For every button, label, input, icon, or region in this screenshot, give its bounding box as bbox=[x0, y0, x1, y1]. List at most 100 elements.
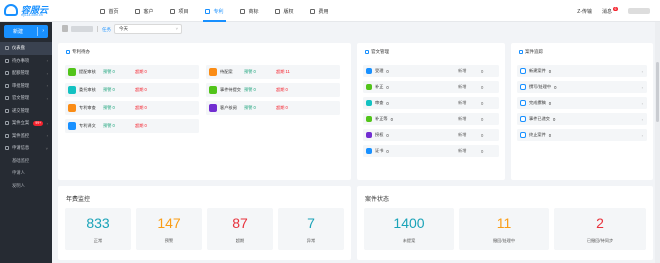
stat-card[interactable]: 87 超期 bbox=[207, 208, 273, 250]
user-name-redacted bbox=[71, 26, 93, 32]
task-card[interactable]: 客户核阅 预警 0 超期 0 bbox=[206, 101, 340, 115]
case-row[interactable]: 完成撰稿 0 › bbox=[517, 97, 647, 109]
task-card[interactable]: 委托审核 预警 0 超期 0 bbox=[65, 83, 199, 97]
row-value: 0 bbox=[554, 84, 557, 90]
row-label: 撰写/处理中 bbox=[529, 84, 552, 89]
sidebar-item-official[interactable]: 官文管理 › bbox=[0, 92, 52, 105]
submit-icon bbox=[5, 108, 9, 113]
stat-card[interactable]: 147 预警 bbox=[136, 208, 202, 250]
task-card[interactable]: 提配审核 预警 0 超期 0 bbox=[65, 65, 199, 79]
official-doc-row[interactable]: 补正 0 新增 0 bbox=[363, 81, 499, 93]
sidebar-subitem-inventor[interactable]: 发明人 bbox=[0, 180, 52, 193]
stat-card[interactable]: 1400 未提案 bbox=[364, 208, 454, 250]
sidebar-item-todo[interactable]: 待办事项 › bbox=[0, 55, 52, 68]
sidebar-item-case-filing[interactable]: 案件立案 99+ › bbox=[0, 117, 52, 130]
warning-count[interactable]: 预警 0 bbox=[244, 105, 276, 111]
overdue-count[interactable]: 超期 0 bbox=[276, 105, 288, 111]
task-icon bbox=[66, 50, 70, 54]
document-icon bbox=[365, 50, 369, 54]
chevron-right-icon[interactable]: › bbox=[42, 28, 44, 34]
task-card[interactable]: 待配案 预警 0 超期 11 bbox=[206, 65, 340, 79]
overdue-count[interactable]: 超期 0 bbox=[276, 87, 288, 93]
stat-card[interactable]: 2 已撤回/待同步 bbox=[554, 208, 646, 250]
official-doc-row[interactable]: 审查 0 新增 0 bbox=[363, 97, 499, 109]
scrollbar-thumb[interactable] bbox=[656, 62, 659, 122]
stat-label: 预警 bbox=[164, 238, 174, 243]
nav-trademark[interactable]: 商标 bbox=[232, 0, 267, 22]
chevron-right-icon: › bbox=[641, 84, 643, 90]
nav-fee[interactable]: 费用 bbox=[302, 0, 337, 22]
official-doc-row[interactable]: 证书 0 新增 0 bbox=[363, 145, 499, 157]
warning-count[interactable]: 预警 0 bbox=[103, 123, 135, 129]
sidebar-item-submission[interactable]: 递交管理 bbox=[0, 105, 52, 118]
task-card[interactable]: 专利审查 预警 0 超期 0 bbox=[65, 101, 199, 115]
user-menu[interactable] bbox=[628, 8, 650, 14]
chevron-right-icon: › bbox=[46, 83, 48, 89]
overdue-count[interactable]: 超期 0 bbox=[135, 123, 147, 129]
annual-fee-panel: 年费监控 833 正常 147 预警 87 超期 7 异常 bbox=[58, 186, 351, 260]
overdue-count[interactable]: 超期 0 bbox=[135, 69, 147, 75]
page-scrollbar[interactable] bbox=[655, 22, 660, 263]
overdue-count[interactable]: 超期 0 bbox=[135, 87, 147, 93]
nav-project[interactable]: 项目 bbox=[162, 0, 197, 22]
warning-count[interactable]: 预警 0 bbox=[103, 69, 135, 75]
panel-title-text: 案件追踪 bbox=[525, 49, 543, 54]
filter-label[interactable]: 任务 bbox=[102, 27, 111, 33]
warning-count[interactable]: 预警 0 bbox=[103, 105, 135, 111]
official-doc-row[interactable]: 授权 0 新增 0 bbox=[363, 129, 499, 141]
stat-label: 超期 bbox=[235, 238, 245, 243]
warning-count[interactable]: 预警 0 bbox=[244, 69, 276, 75]
nav-label: 项目 bbox=[178, 8, 189, 15]
count-badge: 99+ bbox=[33, 121, 43, 126]
approval-icon bbox=[5, 83, 9, 88]
avatar bbox=[62, 25, 68, 32]
warning-count[interactable]: 预警 0 bbox=[103, 87, 135, 93]
nav-copyright[interactable]: 版权 bbox=[267, 0, 302, 22]
task-label: 待配案 bbox=[220, 69, 233, 74]
stat-card[interactable]: 11 撤回/处理中 bbox=[459, 208, 549, 250]
new-button[interactable]: 新建 › bbox=[4, 25, 48, 38]
official-doc-row[interactable]: 受理 0 新增 0 bbox=[363, 65, 499, 77]
sidebar-subitem-applicant[interactable]: 申请人 bbox=[0, 167, 52, 180]
overdue-count[interactable]: 超期 0 bbox=[135, 105, 147, 111]
case-row[interactable]: 终止案件 0 › bbox=[517, 129, 647, 141]
sidebar-item-label: 仪表盘 bbox=[12, 45, 25, 51]
overdue-count[interactable]: 超期 11 bbox=[276, 69, 290, 75]
app-logo[interactable]: 容服云 rfy114.com.cn bbox=[4, 3, 58, 19]
case-row[interactable]: 撰写/处理中 0 › bbox=[517, 81, 647, 93]
task-card[interactable]: 事件待提交 预警 0 超期 0 bbox=[206, 83, 340, 97]
nav-patent[interactable]: 专利 bbox=[197, 0, 232, 22]
sidebar-subitem-basic-monitor[interactable]: 基础监控 bbox=[0, 155, 52, 168]
sidebar-item-quota[interactable]: 配额管理 › bbox=[0, 67, 52, 80]
date-range-select[interactable]: 今天 ˅ bbox=[114, 24, 182, 34]
sidebar-item-application-info[interactable]: 申请信息 ˅ bbox=[0, 142, 52, 155]
row-value: 0 bbox=[386, 132, 389, 138]
stat-card[interactable]: 7 异常 bbox=[278, 208, 344, 250]
messages-link[interactable]: 消息 6 bbox=[602, 6, 618, 15]
patent-todo-panel: 专利待办 提配审核 预警 0 超期 0 待配案 预警 0 超期 11 委托审核 … bbox=[58, 43, 351, 180]
nav-label: 首页 bbox=[108, 8, 119, 15]
nav-customer[interactable]: 客户 bbox=[127, 0, 162, 22]
transfer-link[interactable]: Z-传输 bbox=[577, 8, 592, 15]
sidebar-item-case-monitor[interactable]: 案件监控 › bbox=[0, 130, 52, 143]
new-count: 0 bbox=[481, 148, 484, 154]
new-label: 新增 bbox=[458, 68, 467, 73]
logo-subtext: rfy114.com.cn bbox=[21, 13, 43, 17]
certificate-icon bbox=[366, 148, 372, 154]
sidebar-item-approval[interactable]: 审批管理 › bbox=[0, 80, 52, 93]
new-count: 0 bbox=[481, 84, 484, 90]
case-row[interactable]: 新建案件 0 › bbox=[517, 65, 647, 77]
terminate-icon bbox=[520, 132, 526, 138]
task-card[interactable]: 专利译文 预警 0 超期 0 bbox=[65, 119, 199, 133]
task-label: 专利审查 bbox=[79, 105, 96, 110]
sidebar-item-dashboard[interactable]: 仪表盘 bbox=[0, 42, 52, 55]
official-doc-row[interactable]: 补正等 0 新增 0 bbox=[363, 113, 499, 125]
stat-card[interactable]: 833 正常 bbox=[65, 208, 131, 250]
case-row[interactable]: 事件已递交 0 › bbox=[517, 113, 647, 125]
warning-count[interactable]: 预警 0 bbox=[244, 87, 276, 93]
stat-value: 833 bbox=[86, 215, 110, 231]
nav-home[interactable]: 首页 bbox=[92, 0, 127, 22]
chevron-right-icon: › bbox=[46, 133, 48, 139]
sidebar: 新建 › 仪表盘 待办事项 › 配额管理 › 审批管理 › 官文管理 › 递交管理 案件… bbox=[0, 22, 52, 263]
panel-title: 年费监控 bbox=[66, 197, 91, 203]
